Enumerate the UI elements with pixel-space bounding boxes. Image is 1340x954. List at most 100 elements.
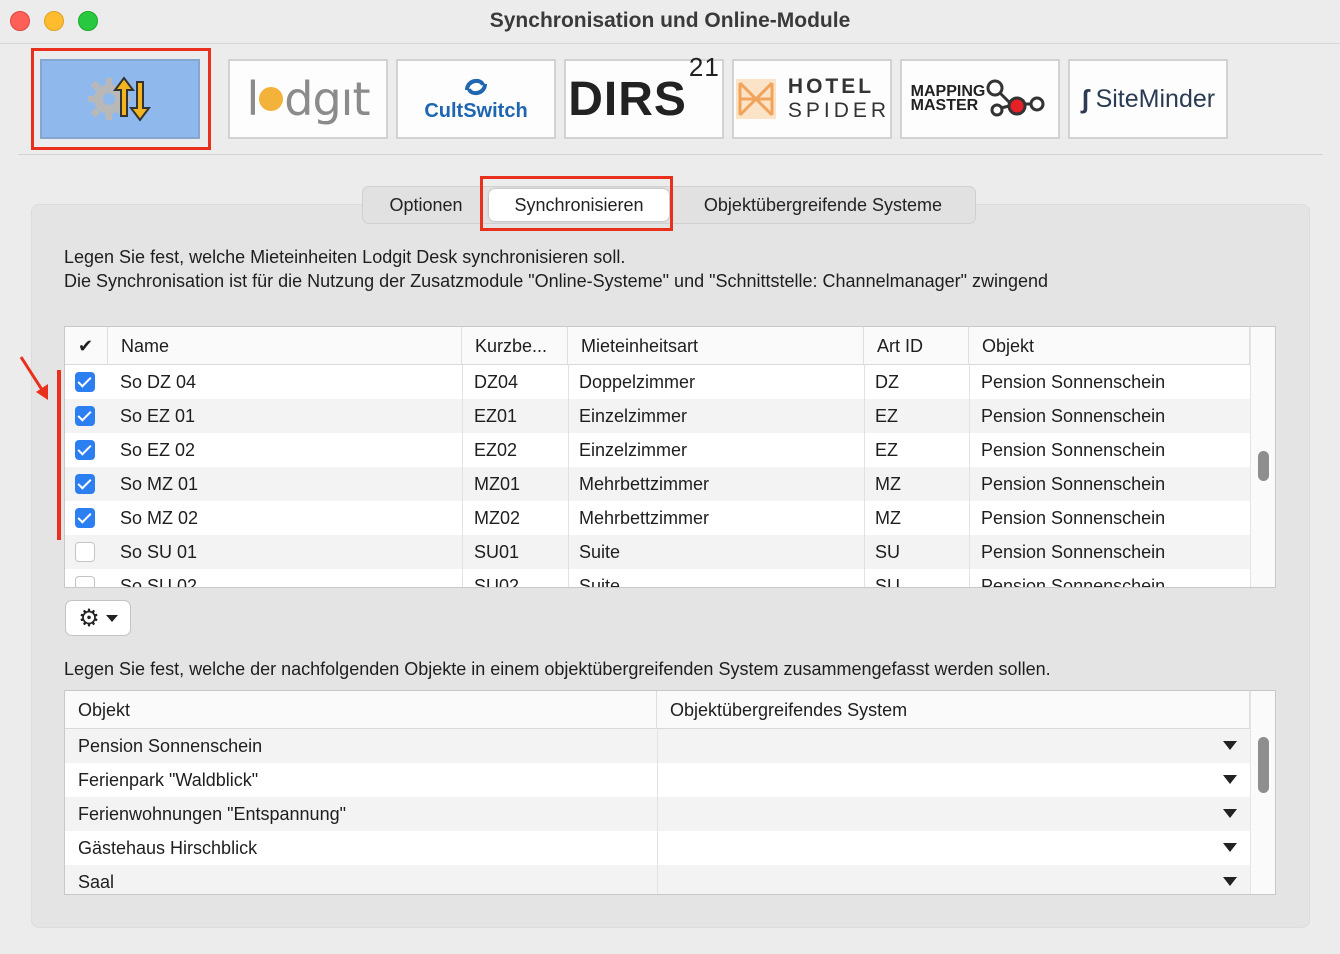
objects-table-scrollbar[interactable] <box>1250 691 1275 894</box>
sync-checkbox[interactable] <box>75 508 95 528</box>
toolbar-separator <box>18 154 1323 155</box>
cell-object: Pension Sonnenschein <box>981 406 1166 426</box>
column-header-object[interactable]: Objekt <box>969 327 1250 365</box>
toolbar-item-hotel-spider[interactable]: HOTEL SPIDER <box>732 59 892 139</box>
table-actions-button[interactable]: ⚙ <box>65 600 131 636</box>
toolbar-item-siteminder[interactable]: ʃ SiteMinder <box>1068 59 1228 139</box>
sync-description-line2: Die Synchronisation ist für die Nutzung … <box>64 271 1049 291</box>
cell-type: Einzelzimmer <box>579 440 688 460</box>
cell-name: So MZ 02 <box>120 508 199 528</box>
table-row[interactable]: So MZ 02 MZ02 Mehrbettzimmer MZ Pension … <box>65 501 1250 535</box>
column-divider <box>969 365 970 587</box>
cell-type: Doppelzimmer <box>579 372 696 392</box>
siteminder-mark-icon: ʃ <box>1080 83 1090 114</box>
cell-name: So SU 01 <box>120 542 198 562</box>
sync-checkbox[interactable] <box>75 440 95 460</box>
column-header-object[interactable]: Objekt <box>65 691 657 729</box>
tab-highlight-frame <box>480 176 673 231</box>
dropdown-arrow-icon[interactable] <box>1223 775 1237 784</box>
cell-type: Einzelzimmer <box>579 406 688 426</box>
column-header-art-id[interactable]: Art ID <box>864 327 969 365</box>
column-header-name[interactable]: Name <box>108 327 462 365</box>
table-row[interactable]: So SU 01 SU01 Suite SU Pension Sonnensch… <box>65 535 1250 569</box>
column-header-short[interactable]: Kurzbe... <box>462 327 568 365</box>
cell-name: So EZ 02 <box>120 440 196 460</box>
cell-object: Pension Sonnenschein <box>981 440 1166 460</box>
dropdown-arrow-icon[interactable] <box>1223 877 1237 886</box>
dropdown-arrow-icon[interactable] <box>1223 843 1237 852</box>
cell-type: Suite <box>579 542 621 562</box>
units-table-scroll-thumb[interactable] <box>1258 451 1269 481</box>
toolbar-item-dirs21[interactable]: DIRS21 <box>564 51 724 139</box>
column-header-check[interactable]: ✔ <box>65 327 108 365</box>
cell-object: Ferienpark "Waldblick" <box>78 770 259 790</box>
table-row[interactable]: So EZ 01 EZ01 Einzelzimmer EZ Pension So… <box>65 399 1250 433</box>
cell-object: Pension Sonnenschein <box>981 474 1166 494</box>
cell-name: So DZ 04 <box>120 372 197 392</box>
units-table-header: ✔ Name Kurzbe... Mieteinheitsart Art ID … <box>65 327 1275 365</box>
table-row[interactable]: So MZ 01 MZ01 Mehrbettzimmer MZ Pension … <box>65 467 1250 501</box>
cell-art-id: DZ <box>875 372 899 392</box>
table-row[interactable]: So EZ 02 EZ02 Einzelzimmer EZ Pension So… <box>65 433 1250 467</box>
cell-short: SU01 <box>474 542 520 562</box>
cross-description: Legen Sie fest, welche der nachfolgenden… <box>64 659 1051 679</box>
cell-name: So SU 02 <box>120 576 198 588</box>
cell-object: Gästehaus Hirschblick <box>78 838 258 858</box>
mapping-master-network-icon <box>986 79 1045 117</box>
sync-checkbox[interactable] <box>75 576 95 587</box>
dropdown-arrow-icon[interactable] <box>1223 809 1237 818</box>
units-table: ✔ Name Kurzbe... Mieteinheitsart Art ID … <box>64 326 1276 588</box>
sync-checkbox[interactable] <box>75 542 95 562</box>
tab-options[interactable]: Optionen <box>363 187 489 223</box>
toolbar-highlight-frame <box>31 48 211 150</box>
hotel-spider-mark-icon <box>735 79 776 119</box>
objects-table: Objekt Objektübergreifendes System Pensi… <box>64 690 1276 895</box>
cell-object: Pension Sonnenschein <box>981 576 1166 588</box>
cell-name: So EZ 01 <box>120 406 196 426</box>
cell-short: EZ02 <box>474 440 518 460</box>
cell-object: Pension Sonnenschein <box>78 736 263 756</box>
window-title: Synchronisation und Online-Module <box>489 9 851 32</box>
cell-object: Ferienwohnungen "Entspannung" <box>78 804 346 824</box>
toolbar-item-cultswitch[interactable]: CultSwitch <box>396 59 556 139</box>
toolbar-item-lodgit[interactable]: l dgıt <box>228 59 388 139</box>
cell-art-id: MZ <box>875 474 901 494</box>
dirs21-logo: DIRS21 <box>568 51 720 126</box>
cell-type: Mehrbettzimmer <box>579 474 710 494</box>
table-row[interactable]: So SU 02 SU02 Suite SU Pension Sonnensch… <box>65 569 1250 588</box>
column-header-type[interactable]: Mieteinheitsart <box>568 327 864 365</box>
siteminder-logo: ʃ SiteMinder <box>1080 83 1216 114</box>
column-divider <box>657 729 658 894</box>
column-divider <box>568 365 569 587</box>
table-row[interactable]: So DZ 04 DZ04 Doppelzimmer DZ Pension So… <box>65 365 1250 399</box>
units-table-scrollbar[interactable] <box>1250 327 1275 587</box>
dropdown-arrow-icon[interactable] <box>1223 741 1237 750</box>
cell-art-id: EZ <box>875 440 899 460</box>
sync-checkbox[interactable] <box>75 474 95 494</box>
cell-object: Pension Sonnenschein <box>981 372 1166 392</box>
lodgit-logo: l dgıt <box>246 72 371 126</box>
sync-checkbox[interactable] <box>75 406 95 426</box>
title-bar: Synchronisation und Online-Module <box>0 0 1340 44</box>
objects-table-header: Objekt Objektübergreifendes System <box>65 691 1275 729</box>
cell-short: EZ01 <box>474 406 518 426</box>
hotel-spider-logo: HOTEL SPIDER <box>734 75 890 123</box>
tab-cross-object-systems[interactable]: Objektübergreifende Systeme <box>669 187 977 223</box>
column-header-system[interactable]: Objektübergreifendes System <box>657 691 1250 729</box>
cultswitch-swirl-icon <box>465 78 487 95</box>
cultswitch-logo: CultSwitch <box>424 76 528 123</box>
cell-type: Suite <box>579 576 621 588</box>
toolbar-item-mapping-master[interactable]: MAPPING MASTER <box>900 59 1060 139</box>
cell-art-id: SU <box>875 576 901 588</box>
column-divider <box>864 365 865 587</box>
objects-table-scroll-thumb[interactable] <box>1258 737 1269 793</box>
cell-object: Pension Sonnenschein <box>981 542 1166 562</box>
annotation-arrow-icon <box>19 356 48 400</box>
cell-short: SU02 <box>474 576 520 588</box>
sync-description-line1: Legen Sie fest, welche Mieteinheiten Lod… <box>64 247 626 267</box>
chevron-down-icon <box>105 614 118 622</box>
cell-name: So MZ 01 <box>120 474 199 494</box>
cell-art-id: MZ <box>875 508 901 528</box>
sync-checkbox[interactable] <box>75 372 95 392</box>
cell-short: MZ01 <box>474 474 521 494</box>
